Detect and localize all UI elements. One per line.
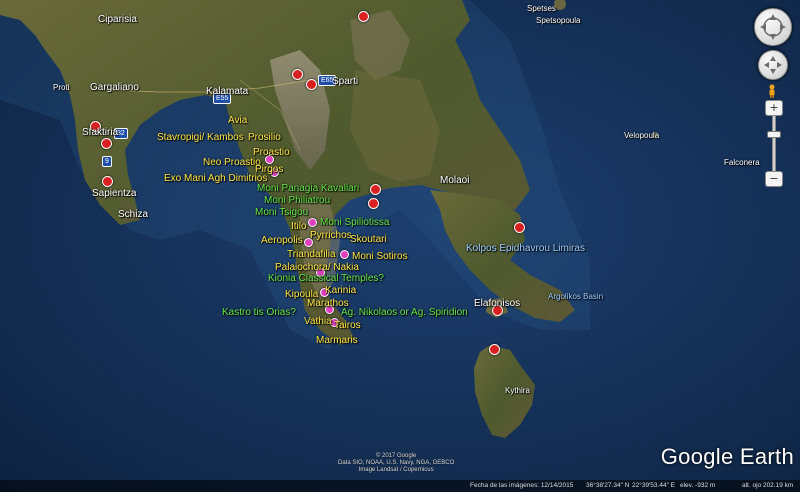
label-site: Vathia — [304, 316, 332, 327]
label-monastery: Ag. Nikolaos or Ag. Spiridion — [341, 307, 468, 318]
label-site: Palaiochora/ Nakia — [275, 262, 359, 273]
label-site: Moni Sotiros — [352, 251, 408, 262]
label-monastery: Moni Tsigou — [255, 207, 309, 218]
label-site: Tairos — [334, 320, 361, 331]
label-site: Stavropigi/ Kambos — [157, 132, 244, 143]
label-monastery: Moni Spiliotissa — [320, 217, 390, 228]
label-town: Proti — [53, 83, 70, 92]
zoom-in-button[interactable]: + — [765, 100, 783, 116]
label-site: Karinia — [325, 285, 357, 296]
label-town: Sparti — [332, 76, 359, 87]
label-monastery: Moni Panagia Kavallari — [257, 183, 360, 194]
site-marker[interactable] — [340, 250, 349, 259]
copyright-text: © 2017 Google — [375, 453, 417, 459]
label-town: Ciparisia — [98, 14, 137, 25]
place-marker[interactable] — [306, 79, 317, 90]
label-site: Exo Mani Agh Dimitrios — [164, 173, 268, 184]
place-marker[interactable] — [292, 69, 303, 80]
label-town: Velopoula — [624, 131, 660, 140]
label-town: Spetses — [527, 4, 556, 13]
google-earth-logo: Google Earth — [660, 444, 794, 469]
place-marker[interactable] — [368, 198, 379, 209]
road-shield-9: 9 — [102, 156, 112, 167]
imagery-date: Fecha de las imágenes: 12/14/2015 — [470, 482, 574, 489]
longitude-readout: 22°39'53.44" E — [632, 482, 676, 489]
label-town: Kalamata — [206, 86, 249, 97]
label-town: Sapientza — [92, 188, 137, 199]
label-site: Pyrrichos — [310, 230, 352, 241]
label-town: Kythira — [505, 386, 530, 395]
compass-icon — [760, 14, 786, 40]
move-joystick-icon[interactable] — [758, 50, 788, 80]
place-marker[interactable] — [102, 176, 113, 187]
satellite-imagery — [0, 0, 800, 492]
place-marker[interactable] — [370, 184, 381, 195]
place-marker[interactable] — [514, 222, 525, 233]
label-monastery: Kionia Classical Temples? — [268, 273, 384, 284]
latitude-readout: 36°38'27.34" N — [586, 482, 630, 489]
label-town: Spetsopoula — [536, 16, 581, 25]
label-town: Schiza — [118, 209, 149, 220]
place-marker[interactable] — [489, 344, 500, 355]
label-site: Avia — [228, 115, 248, 126]
label-site: Marmaris — [316, 335, 358, 346]
label-site: Aeropolis — [261, 235, 303, 246]
move-arrows-icon — [764, 56, 782, 74]
street-view-pegman-icon[interactable] — [767, 84, 777, 98]
place-marker[interactable] — [101, 138, 112, 149]
elevation-readout: elev. -932 m — [680, 482, 716, 489]
label-town: Molaoi — [440, 175, 470, 186]
label-site: Triandafilia — [287, 249, 336, 260]
label-site: Prosilio — [248, 132, 281, 143]
label-site: Neo Proastio — [203, 157, 261, 168]
label-town: Sfaktiria — [82, 127, 119, 138]
label-site: Skoutari — [350, 234, 387, 245]
place-marker[interactable] — [358, 11, 369, 22]
label-monastery: Moni Philiatrou — [264, 195, 331, 206]
label-town: Elafonisos — [474, 298, 521, 309]
status-bar: Fecha de las imágenes: 12/14/2015 36°38'… — [0, 480, 800, 492]
look-joystick-icon[interactable] — [754, 8, 792, 46]
label-water: Argolikos Basin — [548, 292, 604, 301]
label-monastery: Kastro tis Orias? — [222, 307, 296, 318]
label-site: Itilo — [291, 221, 307, 232]
label-water: Kolpos Epidhavrou Limiras — [466, 243, 585, 254]
map-viewport[interactable]: E55 E65 82 9 Ciparisia Gargaliano Kalama… — [0, 0, 800, 492]
eye-altitude-readout: alt. ojo 202.19 km — [742, 482, 794, 489]
zoom-slider-track[interactable] — [772, 115, 776, 172]
imagery-credits: © 2017 Google Data SIO, NOAA, U.S. Navy,… — [338, 453, 454, 474]
site-marker[interactable] — [308, 218, 317, 227]
data-sources-text: Data SIO, NOAA, U.S. Navy, NGA, GEBCO — [338, 460, 455, 466]
zoom-slider-thumb[interactable] — [767, 131, 781, 138]
label-town: Falconera — [724, 158, 760, 167]
label-town: Gargaliano — [90, 82, 139, 93]
zoom-out-button[interactable]: − — [765, 171, 783, 187]
image-source-text: Image Landsat / Copernicus — [358, 467, 434, 473]
